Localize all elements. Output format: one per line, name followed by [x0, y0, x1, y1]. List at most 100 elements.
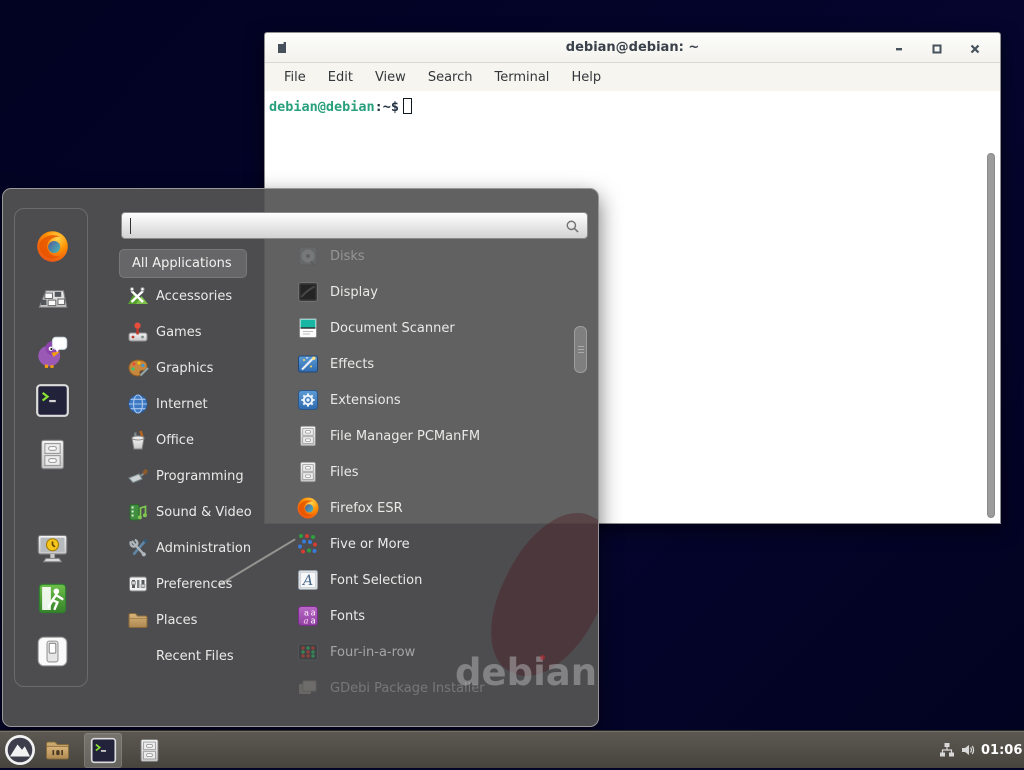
app-font-selection[interactable]: A Font Selection — [286, 562, 573, 598]
shut-down-icon — [35, 634, 70, 669]
category-internet[interactable]: Internet — [119, 386, 274, 422]
places-folder-icon — [127, 609, 149, 631]
sidebar-lock-screen-button[interactable] — [33, 528, 71, 566]
search-icon — [565, 219, 580, 234]
folder-launcher[interactable] — [44, 737, 71, 764]
graphics-icon — [127, 357, 149, 379]
volume-icon[interactable] — [960, 742, 976, 758]
extensions-gear-icon — [296, 388, 320, 412]
terminal-icon — [35, 383, 70, 418]
category-programming[interactable]: Programming — [119, 458, 274, 494]
app-label: File Manager PCManFM — [330, 429, 480, 444]
app-disks[interactable]: Disks — [286, 238, 573, 274]
category-label: Internet — [156, 397, 208, 412]
app-effects[interactable]: Effects — [286, 346, 573, 382]
terminal-title: debian@debian: ~ — [265, 33, 1000, 63]
application-menu: debian — [2, 188, 599, 727]
app-fonts[interactable]: a a a a Fonts — [286, 598, 573, 634]
file-manager-launcher[interactable] — [136, 737, 163, 764]
app-label: Fonts — [330, 609, 365, 624]
maximize-button[interactable] — [929, 41, 945, 57]
category-preferences[interactable]: Preferences — [119, 566, 274, 602]
svg-text:A: A — [301, 573, 313, 589]
category-office[interactable]: Office — [119, 422, 274, 458]
app-five-or-more[interactable]: Five or More — [286, 526, 573, 562]
menu-button[interactable] — [4, 734, 36, 766]
fonts-icon: a a a a — [296, 604, 320, 628]
category-administration[interactable]: Administration — [119, 530, 274, 566]
menu-terminal[interactable]: Terminal — [483, 70, 560, 85]
app-four-in-a-row[interactable]: Four-in-a-row — [286, 634, 573, 670]
app-firefox-esr[interactable]: Firefox ESR — [286, 490, 573, 526]
app-label: Extensions — [330, 393, 401, 408]
terminal-scrollbar[interactable] — [987, 153, 995, 518]
category-graphics[interactable]: Graphics — [119, 350, 274, 386]
menu-edit[interactable]: Edit — [317, 70, 364, 85]
app-label: GDebi Package Installer — [330, 681, 485, 696]
category-label: Sound & Video — [156, 505, 252, 520]
firefox-icon — [296, 496, 320, 520]
pidgin-icon — [35, 334, 70, 369]
maximize-icon — [932, 44, 942, 54]
network-icon[interactable] — [939, 742, 955, 758]
sidebar-shut-down-button[interactable] — [33, 632, 71, 670]
sound-video-icon — [127, 501, 149, 523]
app-label: Font Selection — [330, 573, 422, 588]
minimize-button[interactable] — [891, 41, 907, 57]
terminal-titlebar[interactable]: debian@debian: ~ — [265, 33, 1000, 63]
terminal-icon — [90, 737, 117, 764]
app-file-manager-pcmanfm[interactable]: File Manager PCManFM — [286, 418, 573, 454]
administration-icon — [127, 537, 149, 559]
effects-icon — [296, 352, 320, 376]
app-label: Effects — [330, 357, 374, 372]
lock-screen-icon — [35, 530, 70, 565]
terminal-taskbar-button[interactable] — [84, 733, 122, 768]
font-selection-icon: A — [296, 568, 320, 592]
prompt-user-host: debian@debian — [269, 99, 375, 115]
menu-search[interactable]: Search — [417, 70, 484, 85]
category-label: All Applications — [132, 256, 232, 271]
menu-search-input[interactable] — [121, 212, 588, 239]
category-all-applications[interactable]: All Applications — [119, 249, 247, 278]
category-places[interactable]: Places — [119, 602, 274, 638]
shell-prompt: debian@debian:~$ — [269, 98, 412, 115]
sidebar-log-out-button[interactable] — [33, 579, 71, 617]
category-accessories[interactable]: Accessories — [119, 278, 274, 314]
menu-help[interactable]: Help — [560, 70, 612, 85]
display-icon — [296, 280, 320, 304]
internet-globe-icon — [127, 393, 149, 415]
close-button[interactable] — [967, 41, 983, 57]
programming-icon — [127, 465, 149, 487]
menu-view[interactable]: View — [364, 70, 417, 85]
minimize-icon — [894, 44, 904, 54]
menu-file[interactable]: File — [273, 70, 317, 85]
prompt-path: :~$ — [375, 99, 399, 115]
sidebar-firefox-button[interactable] — [33, 227, 71, 265]
app-files[interactable]: Files — [286, 454, 573, 490]
category-games[interactable]: Games — [119, 314, 274, 350]
category-sound-video[interactable]: Sound & Video — [119, 494, 274, 530]
app-extensions[interactable]: Extensions — [286, 382, 573, 418]
accessories-icon — [127, 285, 149, 307]
category-label: Programming — [156, 469, 244, 484]
app-label: Firefox ESR — [330, 501, 403, 516]
app-label: Disks — [330, 249, 365, 264]
four-in-a-row-icon — [296, 640, 320, 664]
app-document-scanner[interactable]: Document Scanner — [286, 310, 573, 346]
disks-icon — [296, 244, 320, 268]
close-icon — [970, 44, 980, 54]
control-center-icon — [35, 281, 70, 316]
sidebar-file-manager-button[interactable] — [33, 435, 71, 473]
file-cabinet-icon — [296, 424, 320, 448]
terminal-cursor — [403, 98, 412, 114]
document-scanner-icon — [296, 316, 320, 340]
sidebar-control-center-button[interactable] — [33, 279, 71, 317]
file-cabinet-icon — [296, 460, 320, 484]
category-recent-files[interactable]: Recent Files — [119, 638, 274, 674]
taskbar-clock[interactable]: 01:06 — [981, 731, 1022, 769]
app-list-scrollbar[interactable] — [574, 326, 587, 373]
app-gdebi-package-installer[interactable]: GDebi Package Installer — [286, 670, 573, 706]
sidebar-pidgin-button[interactable] — [33, 332, 71, 370]
sidebar-terminal-button[interactable] — [33, 381, 71, 419]
app-display[interactable]: Display — [286, 274, 573, 310]
